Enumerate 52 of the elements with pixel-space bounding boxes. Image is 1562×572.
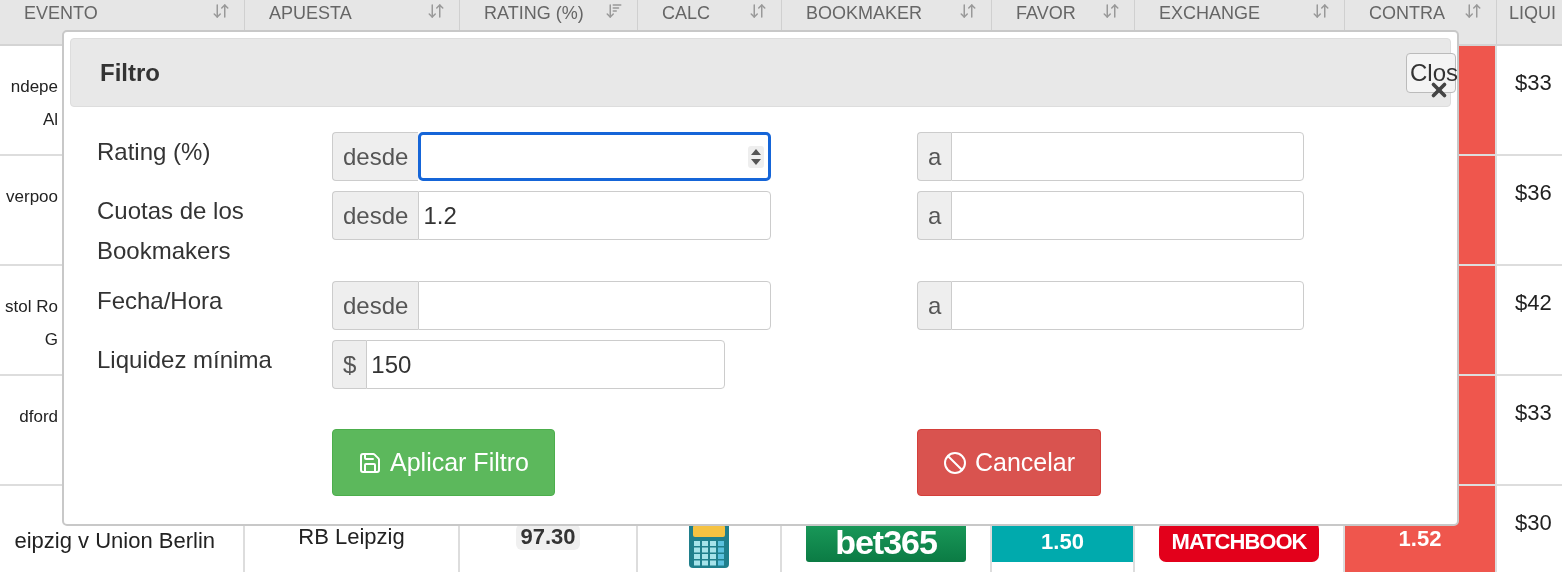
column-header[interactable]: APUESTA <box>269 2 352 24</box>
spinner-icon[interactable] <box>748 145 764 168</box>
sort-icon[interactable] <box>1102 2 1120 20</box>
field-label: Cuotas de los Bookmakers <box>97 196 245 266</box>
column-header[interactable]: EVENTO <box>24 2 98 24</box>
event-name: verpoo <box>5 186 58 208</box>
column-header[interactable]: CONTRA <box>1369 2 1445 24</box>
column-header[interactable]: CALC <box>662 2 710 24</box>
event-name: G <box>43 329 58 351</box>
input-addon: desde <box>332 191 419 240</box>
rating-value: 97.30 <box>516 524 580 550</box>
cancel-button[interactable]: Cancelar <box>917 429 1102 496</box>
field-label: Rating (%) <box>97 137 212 167</box>
field-label: Liquidez mínima <box>97 345 273 375</box>
liquidity-value: $36 <box>1515 180 1552 206</box>
liquidity-value: $33 <box>1515 400 1552 426</box>
apply-filter-button[interactable]: Aplicar Filtro <box>332 429 555 496</box>
column-header[interactable]: LIQUI <box>1509 2 1556 24</box>
input-field[interactable] <box>418 132 771 181</box>
sort-icon[interactable] <box>1312 2 1330 20</box>
event-name: Al <box>41 109 58 131</box>
event-name: ndepe <box>9 76 58 98</box>
sort-icon[interactable] <box>605 2 623 20</box>
column-header[interactable]: BOOKMAKER <box>806 2 923 24</box>
liquidity-value: $33 <box>1515 70 1552 96</box>
sort-icon[interactable] <box>749 2 767 20</box>
input-addon: a <box>917 132 952 181</box>
input-addon: desde <box>332 132 419 181</box>
field-label: Fecha/Hora <box>97 286 224 316</box>
save-icon <box>358 450 382 475</box>
column-header[interactable]: EXCHANGE <box>1159 2 1261 24</box>
sort-icon[interactable] <box>1464 2 1482 20</box>
input-field[interactable]: 150 <box>366 340 725 389</box>
input-addon: desde <box>332 281 419 330</box>
input-addon: a <box>917 281 952 330</box>
input-addon: $ <box>332 340 367 389</box>
input-addon: a <box>917 191 952 240</box>
column-header[interactable]: RATING (%) <box>484 2 584 24</box>
event-name: stol Ro <box>4 296 58 318</box>
bet-selection: RB Leipzig <box>298 524 405 550</box>
event-name: dford <box>18 406 58 428</box>
column-header[interactable]: FAVOR <box>1016 2 1076 24</box>
close-button[interactable]: Clos <box>1406 53 1456 93</box>
input-field[interactable]: 1.2 <box>418 191 771 240</box>
sort-icon[interactable] <box>959 2 977 20</box>
dialog-title: Filtro <box>100 58 160 87</box>
sort-icon[interactable] <box>427 2 445 20</box>
cancel-icon <box>943 450 967 475</box>
sort-icon[interactable] <box>212 2 230 20</box>
liquidity-value: $30 <box>1515 510 1552 536</box>
liquidity-value: $42 <box>1515 290 1552 316</box>
event-name: eipzig v Union Berlin <box>13 527 215 555</box>
